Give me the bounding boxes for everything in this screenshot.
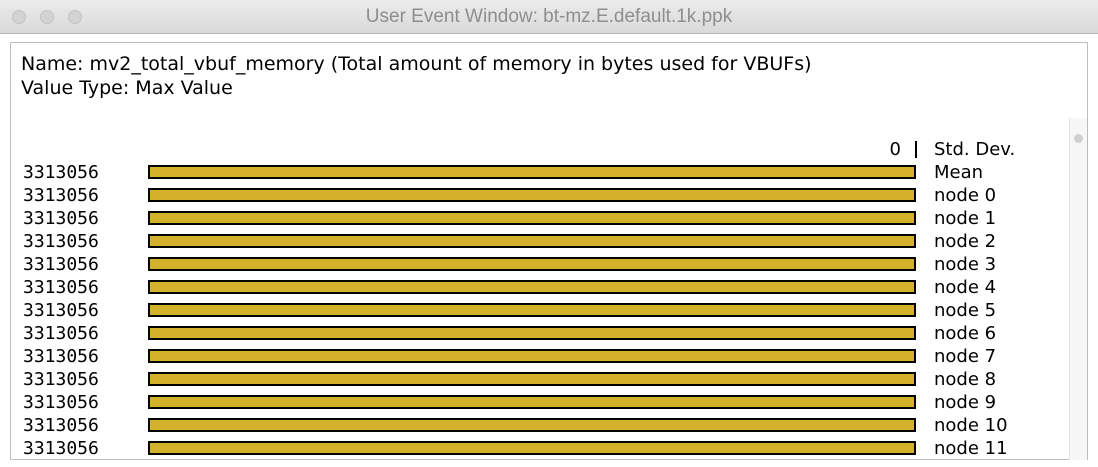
bar[interactable] xyxy=(148,418,916,432)
bar-value-label: 3313056 xyxy=(23,254,99,275)
bar-row[interactable]: 3313056 node 6 xyxy=(11,322,1071,345)
bar-category-label: node 6 xyxy=(934,323,997,344)
bar-value-label: 3313056 xyxy=(23,162,99,183)
bar-row[interactable]: 3313056 node 8 xyxy=(11,368,1071,391)
bar-value-label: 3313056 xyxy=(23,300,99,321)
bar[interactable] xyxy=(148,188,916,202)
user-event-window: User Event Window: bt-mz.E.default.1k.pp… xyxy=(0,0,1098,467)
bar-category-label: node 3 xyxy=(934,254,997,275)
bar-category-label: node 4 xyxy=(934,277,997,298)
bar-value-label: 3313056 xyxy=(23,369,99,390)
bar[interactable] xyxy=(148,165,916,179)
bar-row[interactable]: 3313056 node 5 xyxy=(11,299,1071,322)
event-content-panel: Name: mv2_total_vbuf_memory (Total amoun… xyxy=(10,42,1088,460)
bar-value-label: 3313056 xyxy=(23,346,99,367)
bar[interactable] xyxy=(148,234,916,248)
bar-value-label: 3313056 xyxy=(23,323,99,344)
bar-row[interactable]: 3313056 node 0 xyxy=(11,184,1071,207)
title-bar[interactable]: User Event Window: bt-mz.E.default.1k.pp… xyxy=(0,0,1098,34)
bar-chart: 0 Std. Dev. 3313056 Mean 3313056 node 0 3313… xyxy=(11,43,1071,461)
bar[interactable] xyxy=(148,280,916,294)
bar[interactable] xyxy=(148,349,916,363)
bar-value-label: 3313056 xyxy=(23,208,99,229)
bar-value-label: 3313056 xyxy=(23,231,99,252)
bar-value-label: 3313056 xyxy=(23,392,99,413)
bar-category-label: node 11 xyxy=(934,438,1008,459)
bar-row[interactable]: 3313056 node 11 xyxy=(11,437,1071,460)
std-dev-value: 0 xyxy=(889,139,901,160)
std-dev-label: Std. Dev. xyxy=(934,139,1016,160)
bar-value-label: 3313056 xyxy=(23,438,99,459)
bar-category-label: node 8 xyxy=(934,369,997,390)
bar-category-label: node 5 xyxy=(934,300,997,321)
bar-category-label: Mean xyxy=(934,162,984,183)
bar-row[interactable]: 3313056 node 10 xyxy=(11,414,1071,437)
bar-row[interactable]: 3313056 node 4 xyxy=(11,276,1071,299)
bar-value-label: 3313056 xyxy=(23,185,99,206)
bar-category-label: node 10 xyxy=(934,415,1008,436)
column-separator xyxy=(915,141,917,158)
bar[interactable] xyxy=(148,257,916,271)
scrollbar-thumb[interactable] xyxy=(1074,134,1083,143)
bar-category-label: node 0 xyxy=(934,185,997,206)
bar-row[interactable]: 3313056 node 3 xyxy=(11,253,1071,276)
bar-category-label: node 2 xyxy=(934,231,997,252)
bar[interactable] xyxy=(148,303,916,317)
bar-category-label: node 9 xyxy=(934,392,997,413)
bar-row[interactable]: 3313056 node 2 xyxy=(11,230,1071,253)
bar-row[interactable]: 3313056 node 1 xyxy=(11,207,1071,230)
bar-row[interactable]: 3313056 node 9 xyxy=(11,391,1071,414)
bar[interactable] xyxy=(148,395,916,409)
window-title: User Event Window: bt-mz.E.default.1k.pp… xyxy=(365,6,733,27)
bar[interactable] xyxy=(148,372,916,386)
bar[interactable] xyxy=(148,211,916,225)
vertical-scrollbar[interactable] xyxy=(1069,118,1087,460)
std-dev-header-row: 0 Std. Dev. xyxy=(11,138,1071,161)
bar-value-label: 3313056 xyxy=(23,277,99,298)
bar-row[interactable]: 3313056 Mean xyxy=(11,161,1071,184)
bar-value-label: 3313056 xyxy=(23,415,99,436)
bar-row[interactable]: 3313056 node 7 xyxy=(11,345,1071,368)
bar-category-label: node 1 xyxy=(934,208,997,229)
bar-category-label: node 7 xyxy=(934,346,997,367)
bar[interactable] xyxy=(148,441,916,455)
bar[interactable] xyxy=(148,326,916,340)
